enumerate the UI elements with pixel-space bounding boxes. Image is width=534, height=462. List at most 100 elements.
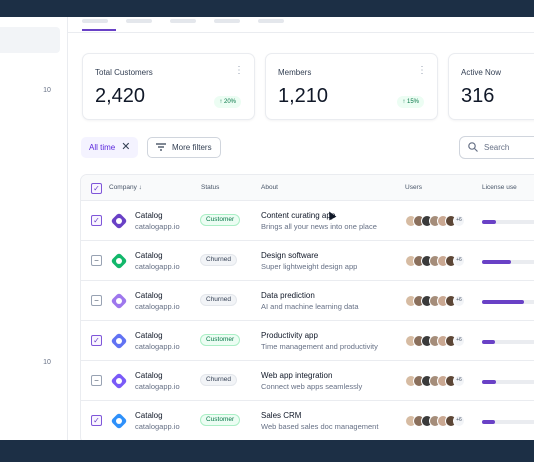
change-badge: ↑ 20%	[214, 96, 241, 108]
license-progress-fill	[482, 220, 497, 224]
header-about: About	[261, 184, 278, 191]
company-logo-icon	[110, 372, 128, 390]
header-company[interactable]: Company ↓	[109, 175, 142, 201]
company-logo-icon	[110, 292, 128, 310]
company-site: catalogapp.io	[135, 262, 180, 271]
select-all-checkbox[interactable]: ✓	[91, 183, 102, 194]
company-name: Catalog	[135, 211, 163, 220]
license-progress-bar	[482, 300, 534, 304]
status-badge: Churned	[200, 254, 237, 266]
more-users-count: +6	[453, 215, 465, 227]
stat-card-total-customers: Total Customers 2,420 ⋮ ↑ 20%	[82, 53, 255, 120]
company-logo-icon	[110, 332, 128, 350]
card-value: 1,210	[278, 85, 329, 107]
header-status: Status	[201, 184, 220, 191]
license-progress-bar	[482, 260, 534, 264]
tab-overview[interactable]	[82, 17, 116, 31]
company-logo-icon	[110, 212, 128, 230]
card-value: 316	[461, 85, 495, 107]
status-badge: Customer	[200, 214, 241, 226]
close-icon[interactable]: ✕	[121, 142, 130, 153]
stat-card-members: Members 1,210 ⋮ ↑ 15%	[265, 53, 438, 120]
license-progress-fill	[482, 380, 496, 384]
table-row[interactable]: − Catalog catalogapp.io Churned Web app inte…	[81, 361, 534, 401]
row-checkbox[interactable]: ✓	[91, 415, 102, 426]
table-row[interactable]: − Catalog catalogapp.io Churned Data predict…	[81, 281, 534, 321]
tab-bar	[82, 17, 292, 33]
change-value: 20%	[223, 99, 236, 105]
about-title: Data prediction	[261, 291, 315, 300]
sidebar: 10 10	[0, 17, 68, 440]
search-placeholder: Search	[484, 143, 510, 152]
table-row[interactable]: ✓ Catalog catalogapp.io Customer Sales CRM We…	[81, 401, 534, 440]
row-checkbox[interactable]: −	[91, 375, 102, 386]
company-name: Catalog	[135, 291, 163, 300]
about-subtitle: AI and machine learning data	[261, 302, 359, 311]
about-subtitle: Brings all your news into one place	[261, 222, 377, 231]
search-input[interactable]: Search	[459, 136, 534, 159]
row-checkbox[interactable]: −	[91, 255, 102, 266]
table-row[interactable]: ✓ Catalog catalogapp.io Customer Productivit…	[81, 321, 534, 361]
sidebar-item-active[interactable]	[0, 27, 60, 53]
row-checkbox[interactable]: ✓	[91, 215, 102, 226]
arrow-down-icon: ↓	[138, 184, 142, 191]
sidebar-count: 10	[43, 359, 51, 366]
about-title: Productivity app	[261, 331, 318, 340]
company-site: catalogapp.io	[135, 222, 180, 231]
customers-table: ✓ Company ↓ Status About Users License u…	[80, 174, 534, 440]
company-name: Catalog	[135, 371, 163, 380]
license-progress-fill	[482, 340, 495, 344]
tab[interactable]	[126, 17, 160, 31]
company-name: Catalog	[135, 251, 163, 260]
company-logo-icon	[110, 252, 128, 270]
company-site: catalogapp.io	[135, 382, 180, 391]
license-progress-fill	[482, 260, 511, 264]
more-filters-label: More filters	[172, 143, 212, 152]
filter-chip-all-time[interactable]: All time ✕	[81, 137, 139, 158]
company-site: catalogapp.io	[135, 422, 180, 431]
more-vertical-icon[interactable]: ⋮	[234, 66, 244, 76]
about-title: Web app integration	[261, 371, 333, 380]
table-row[interactable]: − Catalog catalogapp.io Churned Design softw…	[81, 241, 534, 281]
more-vertical-icon[interactable]: ⋮	[417, 66, 427, 76]
more-users-count: +6	[453, 295, 465, 307]
header-license-use: License use	[482, 184, 517, 191]
sidebar-count: 10	[43, 87, 51, 94]
table-row[interactable]: ✓ Catalog catalogapp.io Customer Content cur…	[81, 201, 534, 241]
about-title: Sales CRM	[261, 411, 302, 420]
table-header: ✓ Company ↓ Status About Users License u…	[81, 175, 534, 201]
more-users-count: +6	[453, 375, 465, 387]
status-badge: Customer	[200, 334, 241, 346]
company-logo-icon	[110, 412, 128, 430]
search-icon	[468, 141, 478, 154]
company-site: catalogapp.io	[135, 302, 180, 311]
about-subtitle: Super lightweight design app	[261, 262, 358, 271]
tab[interactable]	[214, 17, 248, 31]
app-window: 10 10 Total Customers 2,420 ⋮ ↑ 20% Memb…	[0, 17, 534, 440]
header-users: Users	[405, 184, 422, 191]
company-name: Catalog	[135, 331, 163, 340]
company-name: Catalog	[135, 411, 163, 420]
license-progress-bar	[482, 420, 534, 424]
select-all-cell: ✓	[81, 175, 105, 201]
row-checkbox[interactable]: ✓	[91, 335, 102, 346]
tab[interactable]	[258, 17, 292, 31]
license-progress-bar	[482, 220, 534, 224]
row-checkbox[interactable]: −	[91, 295, 102, 306]
tabs-divider	[68, 32, 534, 33]
about-subtitle: Time management and productivity	[261, 342, 378, 351]
card-label: Members	[278, 68, 312, 77]
license-progress-bar	[482, 340, 534, 344]
more-filters-button[interactable]: More filters	[147, 137, 221, 158]
more-users-count: +6	[453, 415, 465, 427]
about-title: Design software	[261, 251, 319, 260]
status-badge: Churned	[200, 374, 237, 386]
license-progress-fill	[482, 300, 524, 304]
taskbar	[0, 440, 534, 462]
change-badge: ↑ 15%	[397, 96, 424, 108]
filter-lines-icon	[156, 142, 166, 153]
stat-card-active-now: Active Now 316	[448, 53, 534, 120]
status-badge: Churned	[200, 294, 237, 306]
tab[interactable]	[170, 17, 204, 31]
more-users-count: +6	[453, 255, 465, 267]
